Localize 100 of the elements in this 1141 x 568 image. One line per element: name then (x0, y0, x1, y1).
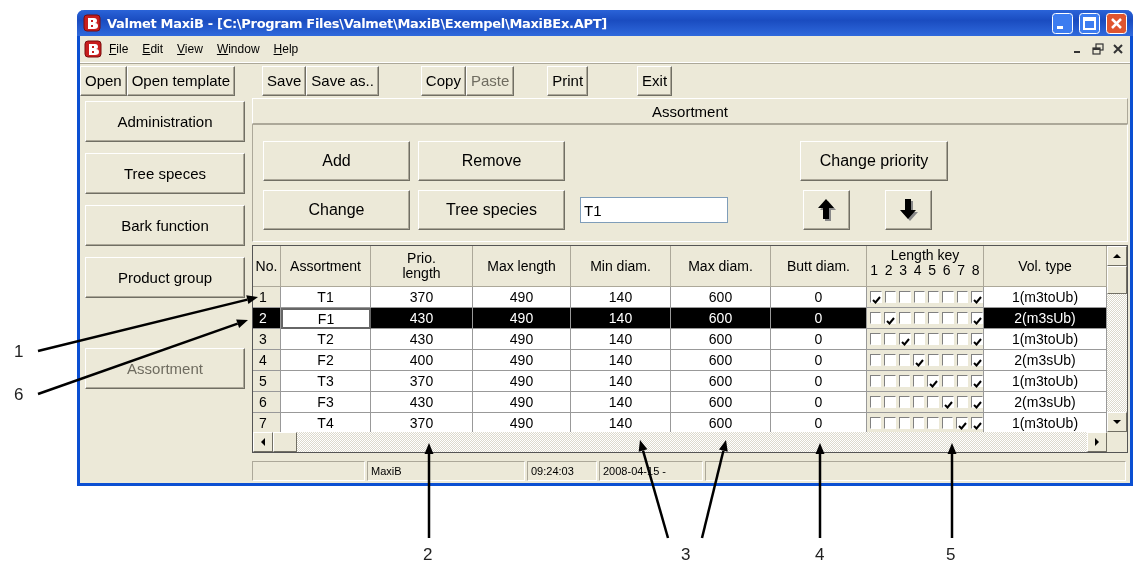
scroll-thumb[interactable] (1107, 266, 1127, 294)
minimize-icon[interactable] (1052, 12, 1073, 34)
menu-item[interactable]: Window (209, 40, 267, 58)
checkbox[interactable] (941, 396, 954, 408)
column-header[interactable]: Prio. length (371, 246, 473, 287)
column-header[interactable]: Butt diam. (771, 246, 867, 287)
sidebar-button[interactable]: Administration (85, 101, 245, 142)
toolbar-button[interactable]: Print (547, 65, 589, 96)
checkbox[interactable] (928, 291, 940, 303)
checkbox[interactable] (884, 375, 896, 387)
checkbox[interactable] (870, 417, 882, 429)
checkbox[interactable] (928, 333, 940, 345)
change-button[interactable]: Change (263, 190, 410, 230)
scroll-button[interactable] (1107, 246, 1127, 266)
checkbox[interactable] (870, 396, 882, 408)
checkbox[interactable] (956, 375, 968, 387)
sidebar-button[interactable]: Bark function (85, 205, 245, 246)
column-header[interactable]: Length key (890, 248, 960, 263)
toolbar-button[interactable]: Open (80, 65, 127, 96)
checkbox[interactable] (970, 417, 983, 429)
checkbox[interactable] (970, 312, 983, 324)
column-header[interactable]: Min diam. (571, 246, 671, 287)
checkbox[interactable] (970, 333, 983, 345)
checkbox[interactable] (913, 312, 925, 324)
menu-item[interactable]: File (102, 40, 136, 58)
checkbox[interactable] (913, 354, 925, 366)
checkbox[interactable] (956, 396, 968, 408)
menu-item[interactable]: View (170, 40, 210, 58)
table-row[interactable]: 1 T1 370 490 140 600 0 1(m3toUb) (253, 287, 1107, 308)
checkbox[interactable] (884, 333, 896, 345)
checkbox[interactable] (885, 291, 897, 303)
toolbar-button[interactable]: Save (262, 65, 307, 96)
table-row[interactable]: 6 F3 430 490 140 600 0 2(m3sUb) (253, 392, 1107, 413)
tree-species-field[interactable]: T1 (580, 197, 728, 223)
menu-item[interactable]: Edit (135, 40, 171, 58)
checkbox[interactable] (870, 375, 882, 387)
close-icon[interactable] (1106, 12, 1127, 34)
checkbox[interactable] (970, 354, 983, 366)
toolbar-button[interactable]: Open template (126, 65, 236, 96)
add-button[interactable]: Add (263, 141, 410, 181)
checkbox[interactable] (884, 396, 896, 408)
maximize-icon[interactable] (1079, 12, 1100, 34)
column-header[interactable]: No. (253, 246, 281, 287)
checkbox[interactable] (884, 354, 896, 366)
column-header[interactable]: Max length (473, 246, 571, 287)
checkbox[interactable] (942, 375, 954, 387)
sidebar-button[interactable]: Tree speces (85, 153, 245, 194)
checkbox[interactable] (941, 417, 953, 429)
checkbox[interactable] (927, 417, 939, 429)
scroll-button[interactable] (1087, 432, 1107, 452)
toolbar-button[interactable]: Copy (420, 65, 466, 96)
scroll-thumb[interactable] (273, 432, 297, 452)
checkbox[interactable] (899, 291, 911, 303)
checkbox[interactable] (884, 417, 896, 429)
checkbox[interactable] (913, 333, 925, 345)
column-header[interactable]: Vol. type (984, 246, 1107, 287)
checkbox[interactable] (955, 417, 968, 429)
table-row[interactable]: 4 F2 400 490 140 600 0 2(m3sUb) (253, 350, 1107, 371)
checkbox[interactable] (942, 291, 954, 303)
checkbox[interactable] (928, 354, 940, 366)
checkbox[interactable] (956, 333, 968, 345)
checkbox[interactable] (913, 396, 925, 408)
sidebar-button[interactable]: Product group (85, 257, 245, 298)
checkbox[interactable] (942, 312, 954, 324)
checkbox[interactable] (870, 354, 882, 366)
move-down-button[interactable] (885, 190, 932, 230)
checkbox[interactable] (942, 354, 954, 366)
checkbox[interactable] (956, 291, 968, 303)
checkbox[interactable] (970, 396, 983, 408)
checkbox[interactable] (970, 375, 983, 387)
remove-button[interactable]: Remove (418, 141, 565, 181)
scroll-button[interactable] (1107, 412, 1127, 432)
checkbox[interactable] (884, 312, 897, 324)
table-row[interactable]: 2 F1 430 490 140 600 0 2(m3sUb) (253, 308, 1107, 329)
checkbox[interactable] (898, 396, 910, 408)
toolbar-button[interactable]: Save as.. (306, 65, 379, 96)
restore-icon[interactable] (1090, 41, 1106, 57)
tree-species-button[interactable]: Tree species (418, 190, 565, 230)
column-header[interactable]: Max diam. (671, 246, 771, 287)
checkbox[interactable] (956, 312, 968, 324)
checkbox[interactable] (898, 354, 910, 366)
checkbox[interactable] (898, 417, 910, 429)
column-header[interactable]: Assortment (281, 246, 371, 287)
checkbox[interactable] (913, 291, 925, 303)
checkbox[interactable] (927, 396, 939, 408)
checkbox[interactable] (970, 291, 983, 303)
checkbox[interactable] (898, 333, 911, 345)
table-row[interactable]: 5 T3 370 490 140 600 0 1(m3toUb) (253, 371, 1107, 392)
menu-item[interactable]: Help (266, 40, 306, 58)
change-priority-button[interactable]: Change priority (800, 141, 948, 181)
table-row[interactable]: 3 T2 430 490 140 600 0 1(m3toUb) (253, 329, 1107, 350)
checkbox[interactable] (870, 333, 882, 345)
checkbox[interactable] (899, 312, 911, 324)
checkbox[interactable] (913, 375, 925, 387)
checkbox[interactable] (870, 291, 882, 303)
toolbar-button[interactable]: Exit (637, 65, 673, 96)
scroll-button[interactable] (253, 432, 273, 452)
checkbox[interactable] (870, 312, 882, 324)
move-up-button[interactable] (803, 190, 850, 230)
checkbox[interactable] (898, 375, 910, 387)
